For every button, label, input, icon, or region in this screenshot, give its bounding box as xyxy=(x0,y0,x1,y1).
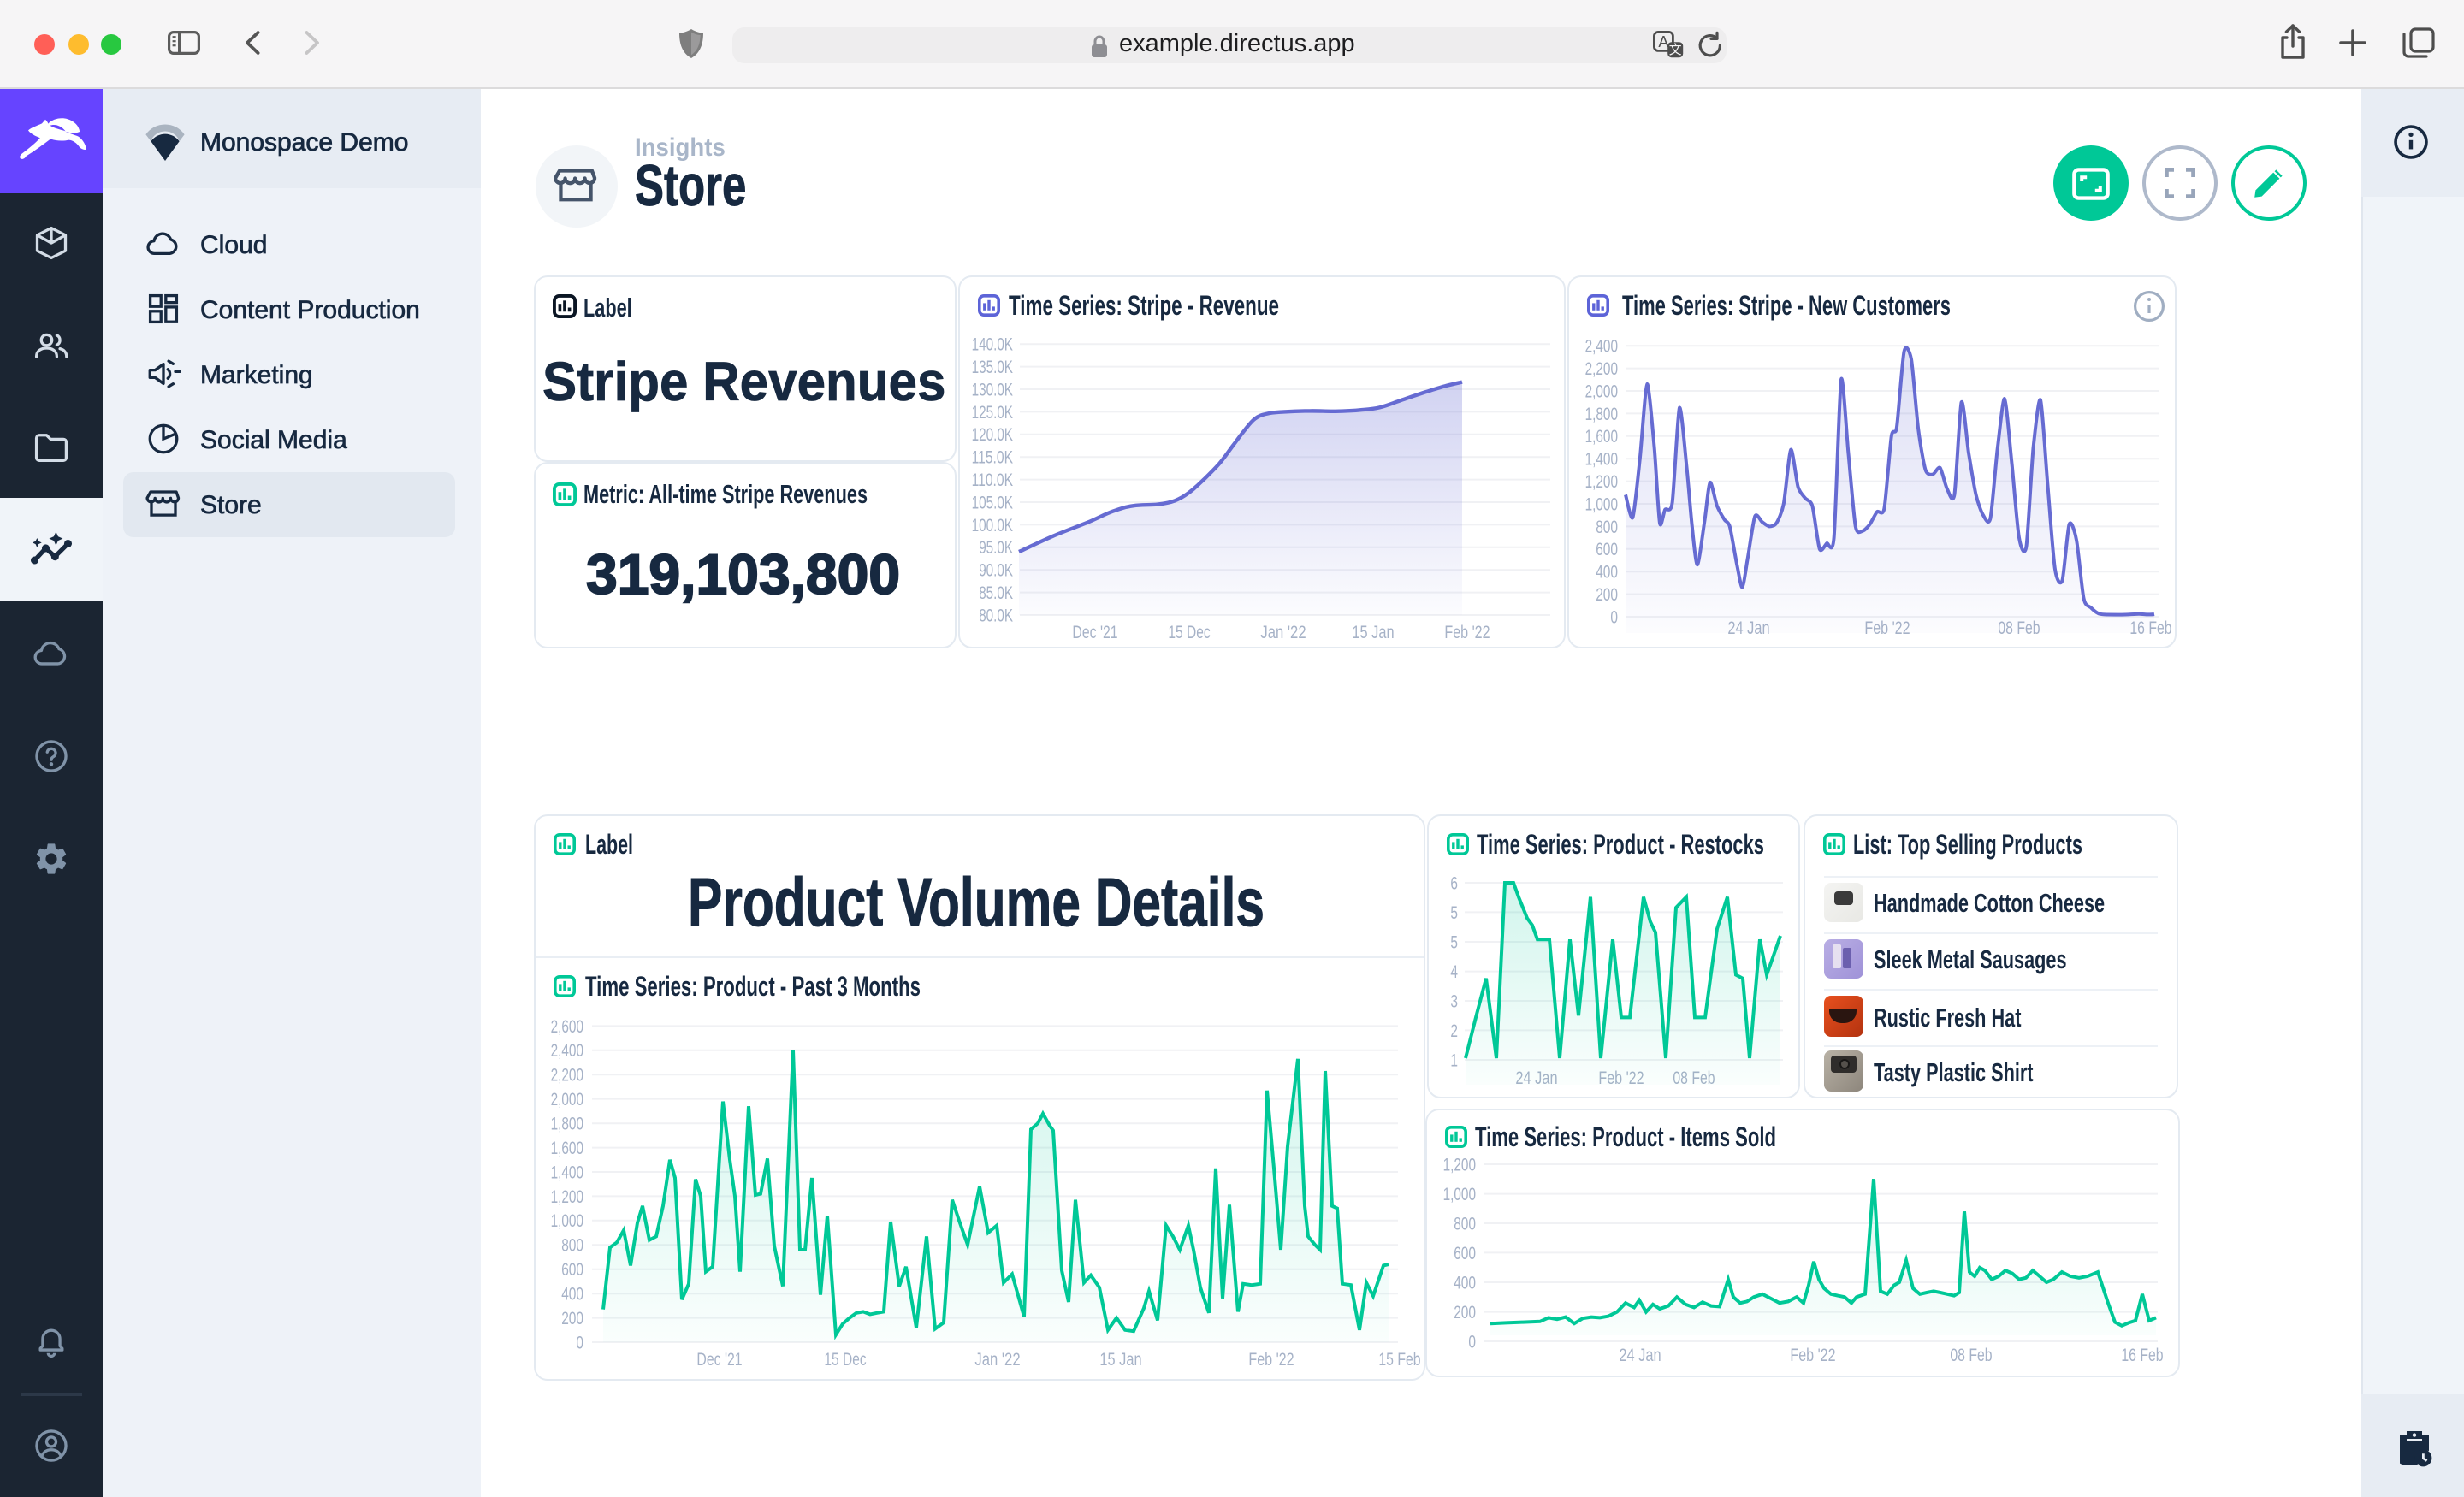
svg-text:Jan '22: Jan '22 xyxy=(1259,622,1305,642)
svg-text:800: 800 xyxy=(1454,1214,1476,1234)
svg-text:120.0K: 120.0K xyxy=(971,424,1012,444)
svg-text:200: 200 xyxy=(1596,584,1618,604)
svg-text:Product Volume Details: Product Volume Details xyxy=(687,864,1264,940)
svg-text:110.0K: 110.0K xyxy=(971,470,1012,489)
svg-text:0: 0 xyxy=(1610,606,1618,626)
svg-text:15 Feb: 15 Feb xyxy=(1377,1350,1419,1370)
svg-text:0: 0 xyxy=(1468,1332,1476,1352)
svg-text:Feb '22: Feb '22 xyxy=(1443,622,1489,642)
svg-text:15 Dec: 15 Dec xyxy=(823,1350,865,1370)
svg-text:130.0K: 130.0K xyxy=(971,379,1012,399)
svg-text:800: 800 xyxy=(560,1236,583,1256)
svg-text:Time Series: Stripe - Revenue: Time Series: Stripe - Revenue xyxy=(1008,289,1278,320)
svg-text:400: 400 xyxy=(560,1284,583,1304)
svg-text:1,200: 1,200 xyxy=(550,1187,583,1207)
svg-text:Dec '21: Dec '21 xyxy=(1071,622,1116,642)
svg-text:1,600: 1,600 xyxy=(1585,426,1618,446)
svg-text:600: 600 xyxy=(1454,1244,1476,1263)
svg-text:Feb '22: Feb '22 xyxy=(1790,1346,1835,1365)
svg-text:105.0K: 105.0K xyxy=(971,492,1012,512)
svg-text:6: 6 xyxy=(1449,873,1457,893)
svg-text:80.0K: 80.0K xyxy=(978,605,1012,624)
svg-text:2,400: 2,400 xyxy=(1585,336,1618,356)
svg-text:文: 文 xyxy=(1669,43,1682,57)
svg-text:Jan '22: Jan '22 xyxy=(974,1350,1019,1370)
svg-text:1,000: 1,000 xyxy=(1585,494,1618,513)
svg-text:2,600: 2,600 xyxy=(550,1017,583,1037)
svg-text:400: 400 xyxy=(1454,1273,1476,1293)
svg-text:15 Jan: 15 Jan xyxy=(1099,1350,1140,1370)
svg-text:1,800: 1,800 xyxy=(1585,404,1618,423)
svg-text:135.0K: 135.0K xyxy=(971,357,1012,376)
svg-text:3: 3 xyxy=(1449,991,1457,1011)
svg-text:200: 200 xyxy=(1454,1303,1476,1322)
svg-text:Time Series: Product - Items S: Time Series: Product - Items Sold xyxy=(1475,1121,1776,1152)
svg-text:100.0K: 100.0K xyxy=(971,515,1012,535)
svg-text:Time Series: Product - Restock: Time Series: Product - Restocks xyxy=(1476,829,1763,860)
svg-text:15 Jan: 15 Jan xyxy=(1351,622,1393,642)
svg-text:85.0K: 85.0K xyxy=(978,583,1012,602)
svg-text:1: 1 xyxy=(1449,1050,1457,1070)
svg-text:2,000: 2,000 xyxy=(550,1090,583,1109)
svg-text:Label: Label xyxy=(584,829,632,860)
svg-text:1,400: 1,400 xyxy=(550,1163,583,1182)
svg-text:1,400: 1,400 xyxy=(1585,449,1618,469)
svg-text:08 Feb: 08 Feb xyxy=(1950,1346,1992,1365)
svg-text:1,000: 1,000 xyxy=(550,1211,583,1231)
svg-text:2,200: 2,200 xyxy=(1585,358,1618,378)
svg-text:4: 4 xyxy=(1449,962,1457,982)
svg-text:2: 2 xyxy=(1449,1021,1457,1041)
svg-text:600: 600 xyxy=(560,1260,583,1280)
svg-text:15 Dec: 15 Dec xyxy=(1167,622,1209,642)
svg-text:1,800: 1,800 xyxy=(550,1114,583,1133)
svg-text:1,000: 1,000 xyxy=(1443,1185,1476,1204)
svg-text:24 Jan: 24 Jan xyxy=(1619,1346,1661,1365)
svg-text:140.0K: 140.0K xyxy=(971,334,1012,354)
svg-text:95.0K: 95.0K xyxy=(978,537,1012,557)
svg-text:115.0K: 115.0K xyxy=(971,447,1012,467)
svg-text:125.0K: 125.0K xyxy=(971,402,1012,422)
svg-text:800: 800 xyxy=(1596,517,1618,536)
svg-text:0: 0 xyxy=(575,1333,583,1352)
svg-text:Time Series: Stripe - New Cust: Time Series: Stripe - New Customers xyxy=(1622,289,1951,320)
svg-text:1,200: 1,200 xyxy=(1443,1155,1476,1175)
svg-text:16 Feb: 16 Feb xyxy=(2121,1346,2163,1365)
svg-text:5: 5 xyxy=(1449,903,1457,923)
svg-text:List: Top Selling Products: List: Top Selling Products xyxy=(1852,829,2082,860)
svg-text:2,200: 2,200 xyxy=(550,1066,583,1086)
svg-text:2,400: 2,400 xyxy=(550,1041,583,1061)
svg-text:90.0K: 90.0K xyxy=(978,560,1012,580)
svg-text:Feb '22: Feb '22 xyxy=(1247,1350,1293,1370)
svg-text:A: A xyxy=(1658,33,1668,50)
svg-text:Time Series: Product - Past 3: Time Series: Product - Past 3 Months xyxy=(584,971,920,1002)
svg-text:2,000: 2,000 xyxy=(1585,381,1618,400)
svg-text:400: 400 xyxy=(1596,562,1618,582)
svg-text:200: 200 xyxy=(560,1309,583,1328)
svg-text:1,600: 1,600 xyxy=(550,1139,583,1158)
svg-text:1,200: 1,200 xyxy=(1585,471,1618,491)
svg-text:5: 5 xyxy=(1449,932,1457,952)
svg-text:600: 600 xyxy=(1596,539,1618,559)
svg-text:Dec '21: Dec '21 xyxy=(696,1350,741,1370)
